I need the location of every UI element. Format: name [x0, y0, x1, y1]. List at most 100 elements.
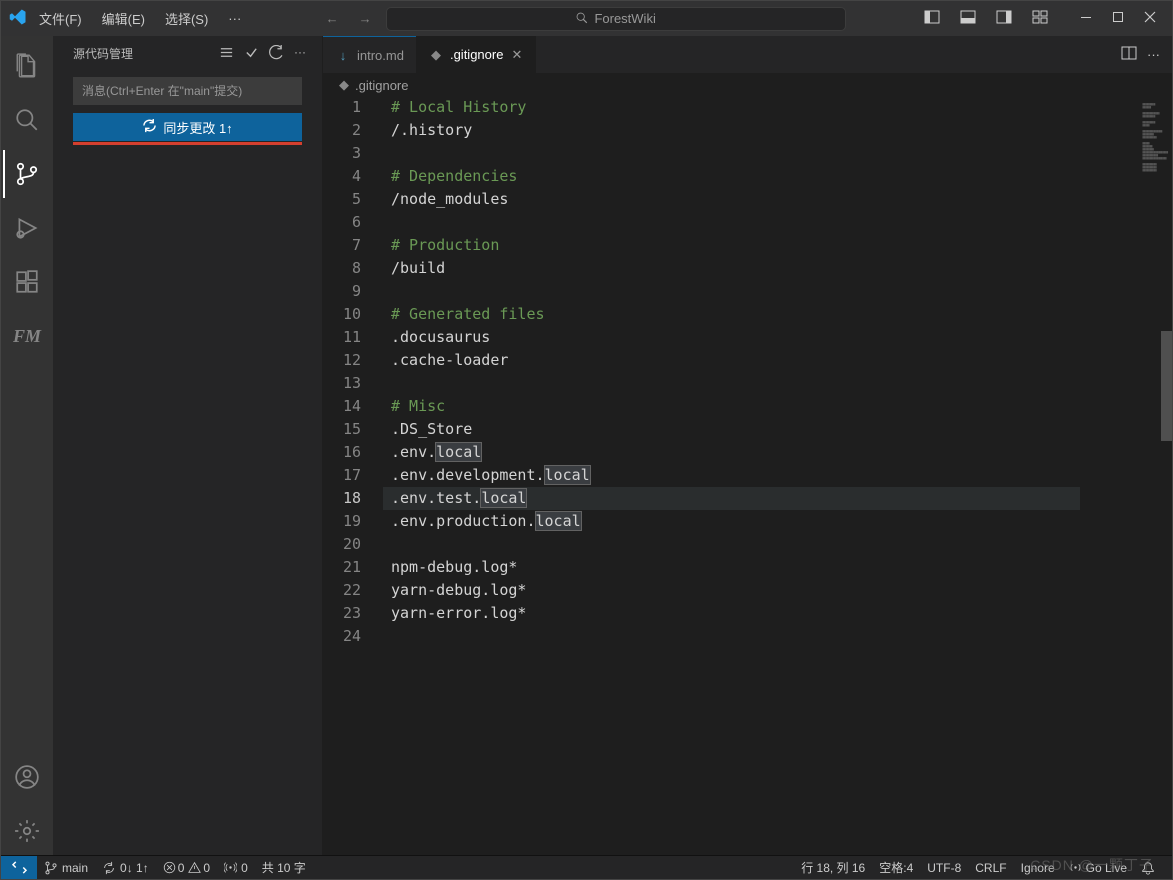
code-line[interactable]: .cache-loader	[383, 349, 1172, 372]
sidebar-actions: ···	[219, 45, 306, 63]
layout-sidebar-right-icon[interactable]	[988, 3, 1020, 34]
activity-fm-icon[interactable]: FM	[3, 312, 51, 360]
code-line[interactable]: # Local History	[383, 96, 1172, 119]
activity-extensions-icon[interactable]	[3, 258, 51, 306]
sidebar-header: 源代码管理 ···	[53, 36, 322, 71]
code-line[interactable]: .DS_Store	[383, 418, 1172, 441]
code-content[interactable]: # Local History/.history # Dependencies/n…	[383, 96, 1172, 855]
more-editor-actions-icon[interactable]: ···	[1147, 47, 1160, 62]
scrollbar-thumb[interactable]	[1161, 331, 1172, 441]
markdown-file-icon: ↓	[335, 48, 351, 63]
annotation-underline	[73, 142, 302, 145]
minimize-icon[interactable]	[1072, 5, 1100, 32]
code-line[interactable]	[383, 280, 1172, 303]
menu-select[interactable]: 选择(S)	[157, 5, 216, 32]
sync-icon	[142, 118, 157, 136]
code-line[interactable]: npm-debug.log*	[383, 556, 1172, 579]
code-line[interactable]: yarn-error.log*	[383, 602, 1172, 625]
code-line[interactable]: .docusaurus	[383, 326, 1172, 349]
code-line[interactable]: # Misc	[383, 395, 1172, 418]
minimap[interactable]: ████████████████████████████████████████…	[1080, 96, 1172, 855]
code-line[interactable]: /node_modules	[383, 188, 1172, 211]
code-line[interactable]	[383, 372, 1172, 395]
code-line[interactable]: yarn-debug.log*	[383, 579, 1172, 602]
view-as-tree-icon[interactable]	[219, 45, 234, 63]
tab-label: .gitignore	[450, 47, 503, 62]
command-center[interactable]: ForestWiki	[386, 7, 846, 31]
code-line[interactable]	[383, 533, 1172, 556]
code-line[interactable]: /.history	[383, 119, 1172, 142]
nav-forward-icon[interactable]: →	[353, 7, 378, 30]
layout-buttons	[916, 3, 1056, 34]
search-icon	[575, 11, 588, 27]
status-spaces[interactable]: 空格:4	[872, 859, 920, 876]
status-language[interactable]: Ignore	[1014, 861, 1062, 875]
code-line[interactable]: /build	[383, 257, 1172, 280]
status-encoding[interactable]: UTF-8	[920, 861, 968, 875]
split-editor-icon[interactable]	[1121, 45, 1137, 64]
gitignore-breadcrumb-icon: ◆	[339, 77, 349, 93]
status-sync[interactable]: 0↓ 1↑	[95, 856, 156, 879]
code-line[interactable]: # Generated files	[383, 303, 1172, 326]
activity-account-icon[interactable]	[3, 753, 51, 801]
window-controls	[1072, 5, 1164, 32]
status-eol[interactable]: CRLF	[968, 861, 1013, 875]
status-problems[interactable]: 0 0	[156, 856, 217, 879]
status-notifications-icon[interactable]	[1134, 861, 1162, 875]
activity-explorer-icon[interactable]	[3, 42, 51, 90]
activity-run-debug-icon[interactable]	[3, 204, 51, 252]
title-center: ← → ForestWiki	[253, 7, 912, 31]
code-line[interactable]: .env.development.local	[383, 464, 1172, 487]
activity-settings-icon[interactable]	[3, 807, 51, 855]
line-number-gutter: 123456789101112131415161718192021222324	[323, 96, 383, 855]
activity-search-icon[interactable]	[3, 96, 51, 144]
status-line-col[interactable]: 行 18, 列 16	[794, 859, 872, 876]
nav-back-icon[interactable]: ←	[320, 7, 345, 30]
activity-bar: FM	[1, 36, 53, 855]
commit-message-input[interactable]	[73, 77, 302, 105]
editor-tab-actions: ···	[1121, 36, 1172, 73]
status-branch[interactable]: main	[37, 856, 95, 879]
code-line[interactable]: .env.local	[383, 441, 1172, 464]
code-line[interactable]: .env.production.local	[383, 510, 1172, 533]
layout-sidebar-left-icon[interactable]	[916, 3, 948, 34]
vscode-logo-icon	[9, 8, 27, 29]
commit-icon[interactable]	[244, 45, 259, 63]
sidebar-title: 源代码管理	[73, 45, 133, 62]
more-actions-icon[interactable]: ···	[294, 45, 306, 63]
gitignore-file-icon: ◆	[428, 47, 444, 63]
tab-label: intro.md	[357, 48, 404, 63]
status-ports[interactable]: 0	[217, 856, 255, 879]
code-line[interactable]	[383, 211, 1172, 234]
title-bar: 文件(F) 编辑(E) 选择(S) ··· ← → ForestWiki	[1, 1, 1172, 36]
tab-close-icon[interactable]: ✕	[509, 47, 524, 63]
vertical-scrollbar[interactable]	[1161, 96, 1172, 855]
code-line[interactable]	[383, 625, 1172, 648]
editor-tabs: ↓ intro.md ◆ .gitignore ✕ ···	[323, 36, 1172, 74]
layout-panel-icon[interactable]	[952, 3, 984, 34]
remote-button[interactable]	[1, 856, 37, 879]
maximize-icon[interactable]	[1104, 5, 1132, 32]
sync-changes-button[interactable]: 同步更改 1↑	[73, 113, 302, 141]
code-line[interactable]: # Production	[383, 234, 1172, 257]
menu-more[interactable]: ···	[220, 7, 249, 30]
sync-label: 同步更改 1↑	[163, 118, 232, 137]
menu-edit[interactable]: 编辑(E)	[94, 5, 153, 32]
tab-gitignore[interactable]: ◆ .gitignore ✕	[416, 36, 536, 73]
layout-customize-icon[interactable]	[1024, 3, 1056, 34]
close-icon[interactable]	[1136, 5, 1164, 32]
menu-file[interactable]: 文件(F)	[31, 5, 90, 32]
tab-intro-md[interactable]: ↓ intro.md	[323, 36, 416, 73]
activity-source-control-icon[interactable]	[3, 150, 51, 198]
refresh-icon[interactable]	[269, 45, 284, 63]
editor-area: ↓ intro.md ◆ .gitignore ✕ ··· ◆ .gitigno…	[323, 36, 1172, 855]
code-line[interactable]: .env.test.local	[383, 487, 1172, 510]
status-selection[interactable]: 共 10 字	[255, 856, 313, 879]
search-text: ForestWiki	[594, 11, 655, 26]
code-line[interactable]	[383, 142, 1172, 165]
code-line[interactable]: # Dependencies	[383, 165, 1172, 188]
sidebar-source-control: 源代码管理 ··· 同步更改 1↑	[53, 36, 323, 855]
code-area[interactable]: 123456789101112131415161718192021222324 …	[323, 96, 1172, 855]
breadcrumb[interactable]: ◆ .gitignore	[323, 74, 1172, 96]
status-golive[interactable]: Go Live	[1062, 861, 1134, 875]
